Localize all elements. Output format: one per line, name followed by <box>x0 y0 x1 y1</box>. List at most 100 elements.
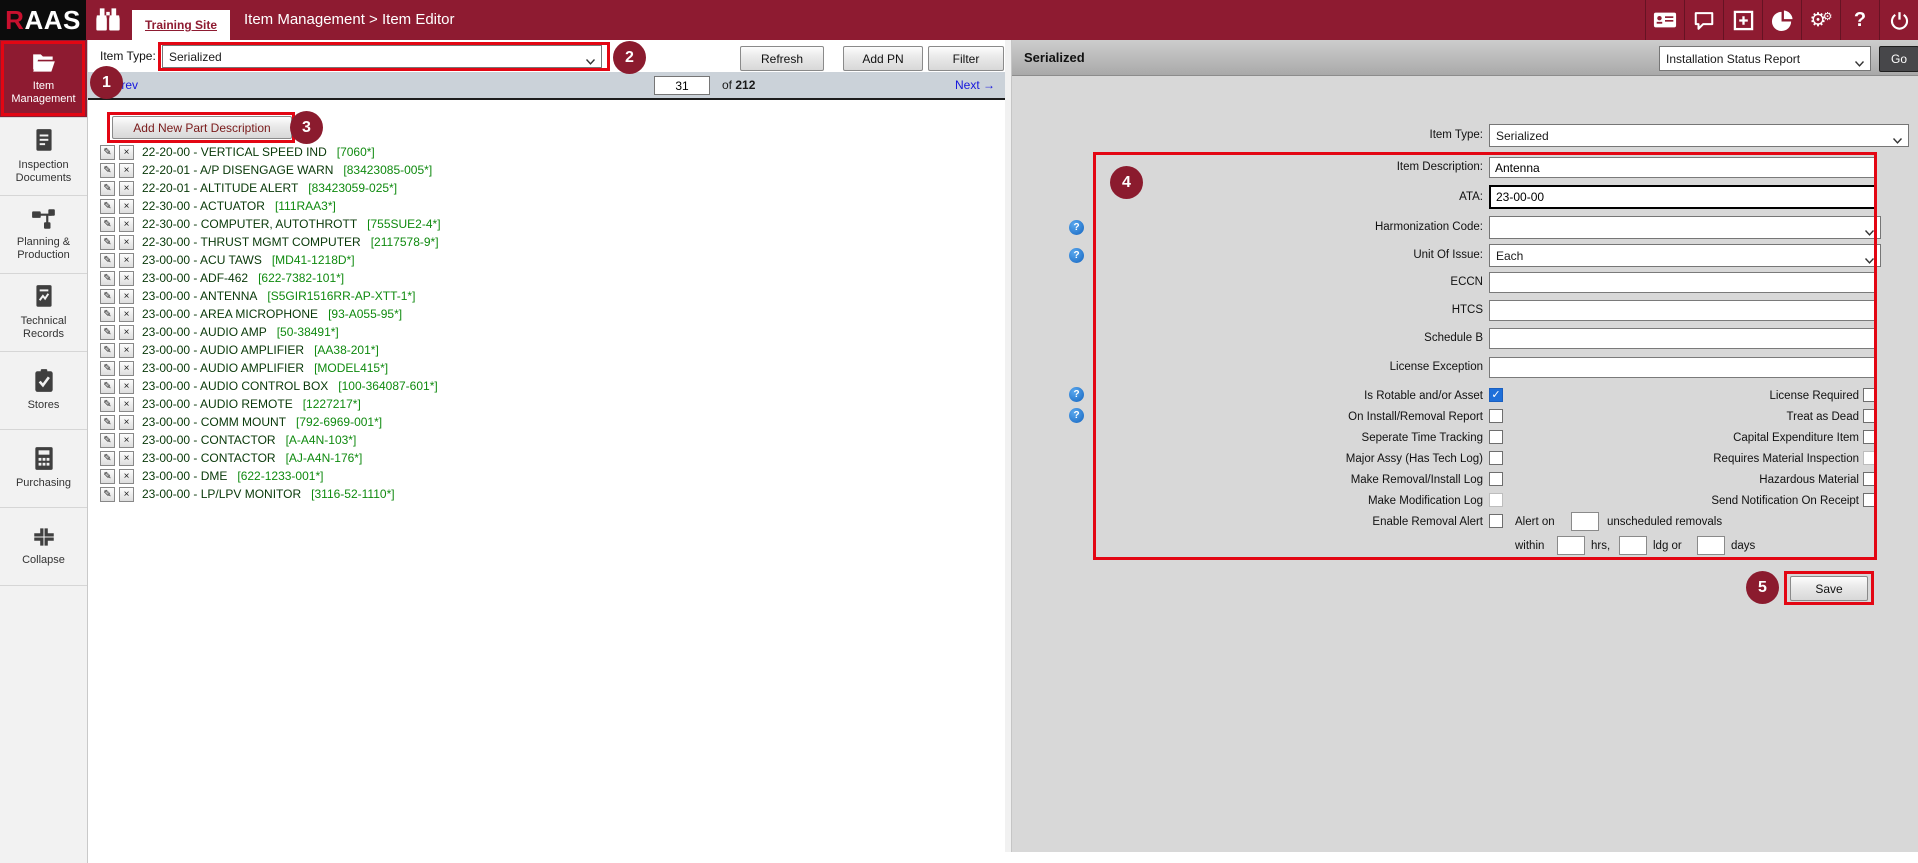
help-icon[interactable]: ? <box>1069 387 1084 402</box>
part-item-text[interactable]: 23-00-00 - CONTACTOR[A-A4N-103*] <box>142 433 356 447</box>
delete-part-button[interactable]: × <box>119 307 134 322</box>
part-item-text[interactable]: 23-00-00 - ANTENNA[S5GIR1516RR-AP-XTT-1*… <box>142 289 415 303</box>
binoculars-icon[interactable] <box>94 7 122 33</box>
part-item-text[interactable]: 22-20-01 - ALTITUDE ALERT[83423059-025*] <box>142 181 397 195</box>
refresh-button[interactable]: Refresh <box>740 46 824 71</box>
power-icon[interactable] <box>1879 0 1918 40</box>
delete-part-button[interactable]: × <box>119 361 134 376</box>
chat-icon[interactable] <box>1684 0 1723 40</box>
edit-part-button[interactable]: ✎ <box>100 487 115 502</box>
alert-count-input[interactable] <box>1571 512 1599 531</box>
tab-training-site[interactable]: Training Site <box>132 10 230 40</box>
hazardous-material-checkbox[interactable] <box>1863 472 1877 486</box>
filter-button[interactable]: Filter <box>928 46 1004 71</box>
within-hrs-input[interactable] <box>1557 536 1585 555</box>
edit-part-button[interactable]: ✎ <box>100 181 115 196</box>
edit-part-button[interactable]: ✎ <box>100 217 115 232</box>
within-ldg-input[interactable] <box>1619 536 1647 555</box>
settings-gears-icon[interactable]: ⚙⚙ <box>1801 0 1840 40</box>
edit-part-button[interactable]: ✎ <box>100 397 115 412</box>
add-pn-button[interactable]: Add PN <box>843 46 923 71</box>
delete-part-button[interactable]: × <box>119 433 134 448</box>
add-window-icon[interactable] <box>1723 0 1762 40</box>
treat-as-dead-checkbox[interactable] <box>1863 409 1877 423</box>
part-item-text[interactable]: 23-00-00 - AUDIO AMPLIFIER[AA38-201*] <box>142 343 379 357</box>
unit-of-issue-select[interactable]: Each <box>1489 244 1881 267</box>
edit-part-button[interactable]: ✎ <box>100 163 115 178</box>
part-item-text[interactable]: 23-00-00 - ACU TAWS[MD41-1218D*] <box>142 253 355 267</box>
edit-part-button[interactable]: ✎ <box>100 235 115 250</box>
delete-part-button[interactable]: × <box>119 415 134 430</box>
help-icon[interactable]: ? <box>1069 248 1084 263</box>
part-item-text[interactable]: 23-00-00 - CONTACTOR[AJ-A4N-176*] <box>142 451 362 465</box>
edit-part-button[interactable]: ✎ <box>100 433 115 448</box>
edit-part-button[interactable]: ✎ <box>100 289 115 304</box>
part-item-text[interactable]: 22-20-01 - A/P DISENGAGE WARN[83423085-0… <box>142 163 432 177</box>
part-item-text[interactable]: 23-00-00 - AUDIO AMPLIFIER[MODEL415*] <box>142 361 388 375</box>
sidebar-item-purchasing[interactable]: Purchasing <box>0 430 87 508</box>
edit-part-button[interactable]: ✎ <box>100 199 115 214</box>
sidebar-item-planning-production[interactable]: Planning & Production <box>0 196 87 274</box>
add-new-part-description-button[interactable]: Add New Part Description <box>112 116 292 139</box>
edit-part-button[interactable]: ✎ <box>100 361 115 376</box>
schedule-b-input[interactable] <box>1489 328 1877 349</box>
sidebar-item-collapse[interactable]: Collapse <box>0 508 87 586</box>
sidebar-item-technical-records[interactable]: Technical Records <box>0 274 87 352</box>
htcs-input[interactable] <box>1489 300 1877 321</box>
help-icon[interactable]: ? <box>1069 408 1084 423</box>
next-page-link[interactable]: Next → <box>955 72 995 98</box>
item-type-select[interactable]: Serialized <box>162 45 602 68</box>
within-days-input[interactable] <box>1697 536 1725 555</box>
edit-part-button[interactable]: ✎ <box>100 451 115 466</box>
delete-part-button[interactable]: × <box>119 181 134 196</box>
enable-removal-alert-checkbox[interactable] <box>1489 514 1503 528</box>
item-type-select[interactable]: Serialized <box>1489 124 1909 147</box>
id-card-icon[interactable] <box>1645 0 1684 40</box>
capital-expenditure-item-checkbox[interactable] <box>1863 430 1877 444</box>
go-button[interactable]: Go <box>1879 46 1918 72</box>
part-item-text[interactable]: 23-00-00 - COMM MOUNT[792-6969-001*] <box>142 415 382 429</box>
eccn-input[interactable] <box>1489 272 1877 293</box>
prev-page-link[interactable]: ← Prev <box>98 72 138 98</box>
edit-part-button[interactable]: ✎ <box>100 271 115 286</box>
delete-part-button[interactable]: × <box>119 469 134 484</box>
part-item-text[interactable]: 23-00-00 - LP/LPV MONITOR[3116-52-1110*] <box>142 487 395 501</box>
edit-part-button[interactable]: ✎ <box>100 253 115 268</box>
delete-part-button[interactable]: × <box>119 253 134 268</box>
part-item-text[interactable]: 23-00-00 - AUDIO REMOTE[1227217*] <box>142 397 361 411</box>
edit-part-button[interactable]: ✎ <box>100 379 115 394</box>
delete-part-button[interactable]: × <box>119 235 134 250</box>
delete-part-button[interactable]: × <box>119 451 134 466</box>
part-item-text[interactable]: 22-20-00 - VERTICAL SPEED IND[7060*] <box>142 145 375 159</box>
edit-part-button[interactable]: ✎ <box>100 145 115 160</box>
edit-part-button[interactable]: ✎ <box>100 469 115 484</box>
requires-material-inspection-checkbox[interactable] <box>1863 451 1877 465</box>
sidebar-item-item-management[interactable]: Item Management <box>0 40 87 118</box>
pie-chart-icon[interactable] <box>1762 0 1801 40</box>
send-notification-on-receipt-checkbox[interactable] <box>1863 493 1877 507</box>
delete-part-button[interactable]: × <box>119 343 134 358</box>
page-number-input[interactable] <box>654 76 710 95</box>
sidebar-item-inspection-documents[interactable]: Inspection Documents <box>0 118 87 196</box>
part-item-text[interactable]: 23-00-00 - AUDIO CONTROL BOX[100-364087-… <box>142 379 438 393</box>
delete-part-button[interactable]: × <box>119 379 134 394</box>
part-item-text[interactable]: 23-00-00 - AUDIO AMP[50-38491*] <box>142 325 339 339</box>
delete-part-button[interactable]: × <box>119 145 134 160</box>
part-item-text[interactable]: 22-30-00 - THRUST MGMT COMPUTER[2117578-… <box>142 235 439 249</box>
part-item-text[interactable]: 22-30-00 - ACTUATOR[111RAA3*] <box>142 199 336 213</box>
edit-part-button[interactable]: ✎ <box>100 343 115 358</box>
help-icon[interactable]: ? <box>1069 220 1084 235</box>
delete-part-button[interactable]: × <box>119 487 134 502</box>
ata-input[interactable] <box>1489 185 1877 209</box>
edit-part-button[interactable]: ✎ <box>100 325 115 340</box>
part-item-text[interactable]: 23-00-00 - ADF-462[622-7382-101*] <box>142 271 344 285</box>
delete-part-button[interactable]: × <box>119 271 134 286</box>
raas-logo[interactable]: RAAS <box>0 0 86 40</box>
save-button[interactable]: Save <box>1790 576 1868 601</box>
edit-part-button[interactable]: ✎ <box>100 307 115 322</box>
delete-part-button[interactable]: × <box>119 289 134 304</box>
license-required-checkbox[interactable] <box>1863 388 1877 402</box>
delete-part-button[interactable]: × <box>119 199 134 214</box>
delete-part-button[interactable]: × <box>119 397 134 412</box>
license-exception-input[interactable] <box>1489 357 1877 378</box>
